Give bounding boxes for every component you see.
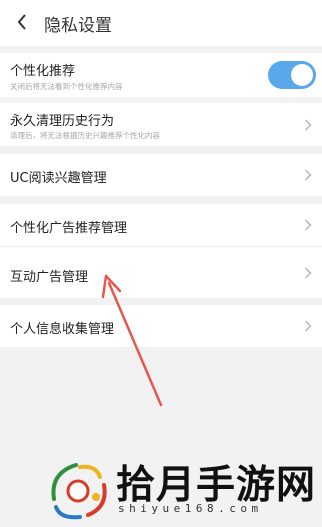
setting-clear-history[interactable]: 永久清理历史行为 清理后，将无法根据历史兴趣推荐个性化内容: [0, 103, 322, 146]
setting-ad-recommend[interactable]: 个性化广告推荐管理: [0, 204, 322, 246]
setting-label: 永久清理历史行为: [10, 114, 115, 129]
setting-description: 清理后，将无法根据历史兴趣推荐个性化内容: [10, 131, 160, 140]
setting-label: UC阅读兴趣管理: [10, 171, 107, 186]
chevron-right-icon: [305, 119, 312, 131]
back-button[interactable]: [8, 8, 36, 36]
personalized-recommend-toggle[interactable]: [268, 61, 316, 89]
watermark-logo: [51, 463, 107, 520]
toggle-knob: [291, 64, 313, 86]
chevron-right-icon: [305, 169, 312, 181]
setting-personal-info[interactable]: 个人信息收集管理: [0, 305, 322, 347]
watermark-domain: shiyue168.com: [118, 502, 263, 515]
setting-label: 个性化广告推荐管理: [10, 221, 128, 236]
chevron-right-icon: [305, 267, 312, 279]
setting-description: 关闭后将无法看到个性化推荐内容: [10, 82, 123, 91]
page-title: 隐私设置: [44, 16, 112, 36]
setting-label: 个人信息收集管理: [10, 322, 115, 337]
setting-uc-interest[interactable]: UC阅读兴趣管理: [0, 154, 322, 196]
chevron-right-icon: [305, 320, 312, 332]
setting-label: 个性化推荐: [10, 64, 76, 79]
chevron-right-icon: [305, 219, 312, 231]
setting-interactive-ads[interactable]: 互动广告管理: [0, 247, 322, 298]
watermark: 拾月手游网 shiyue168.com: [0, 445, 322, 527]
setting-label: 互动广告管理: [10, 270, 89, 285]
header-bar: 隐私设置: [0, 0, 322, 46]
chevron-left-icon: [17, 14, 26, 30]
setting-personalized-recommend: 个性化推荐 关闭后将无法看到个性化推荐内容: [0, 53, 322, 97]
